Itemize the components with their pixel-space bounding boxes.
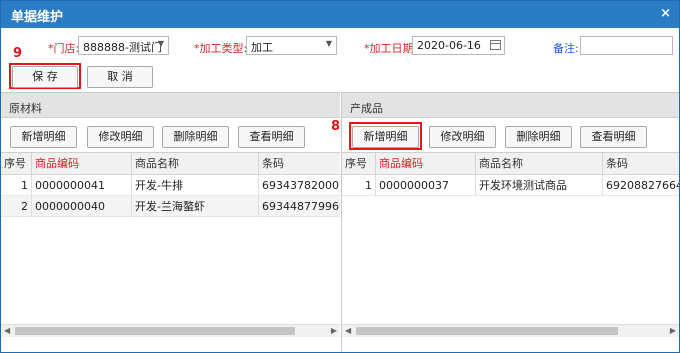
- row-seq: 1: [1, 175, 32, 196]
- column-header-code[interactable]: 商品编码: [32, 153, 132, 175]
- product-delete-detail-button[interactable]: 删除明细: [505, 126, 572, 148]
- step-marker-save: 9: [13, 46, 23, 61]
- row-code: 0000000041: [32, 175, 132, 196]
- product-edit-detail-button[interactable]: 修改明细: [429, 126, 496, 148]
- process-type-label: *加工类型:: [194, 42, 248, 55]
- row-barcode: 693448779966: [262, 200, 340, 213]
- title-bar: 单据维护 ×: [1, 1, 679, 28]
- process-date-input[interactable]: 2020-06-16: [412, 36, 505, 55]
- document-maintenance-dialog: 单据维护 × *门店: 888888-测试门 ▼ *加工类型: 加工 ▼ *加工…: [0, 0, 680, 353]
- row-barcode: 693437820007: [262, 179, 340, 192]
- column-header-code[interactable]: 商品编码: [376, 153, 476, 175]
- remark-label: 备注:: [553, 42, 579, 55]
- row-name: 开发-兰海螯虾: [132, 196, 259, 217]
- raw-materials-header: 原材料: [1, 93, 340, 118]
- save-button[interactable]: 保 存: [12, 66, 78, 88]
- product-view-detail-button[interactable]: 查看明细: [580, 126, 647, 148]
- raw-materials-panel: 原材料 新增明细 修改明细 删除明细 查看明细 序号 商品编码 商品名称 条码 …: [1, 92, 340, 352]
- column-header-name[interactable]: 商品名称: [476, 153, 603, 175]
- row-name: 开发环境测试商品: [476, 175, 603, 196]
- store-select[interactable]: 888888-测试门 ▼: [78, 36, 169, 55]
- row-name: 开发-牛排: [132, 175, 259, 196]
- products-table: 序号 商品编码 商品名称 条码 1 0000000037 开发环境测试商品 69…: [342, 152, 679, 338]
- raw-materials-title: 原材料: [9, 102, 42, 115]
- remark-input[interactable]: [580, 36, 673, 55]
- horizontal-scrollbar[interactable]: ◀ ▶: [1, 324, 340, 337]
- products-header: 产成品: [342, 93, 679, 118]
- scroll-left-icon[interactable]: ◀: [4, 326, 10, 335]
- store-label: *门店:: [48, 42, 80, 55]
- raw-materials-table: 序号 商品编码 商品名称 条码 1 0000000041 开发-牛排 69343…: [1, 152, 340, 338]
- products-panel: 产成品 8 新增明细 修改明细 删除明细 查看明细 序号 商品编码 商品名称 条…: [331, 92, 679, 352]
- horizontal-scrollbar[interactable]: ◀ ▶: [342, 324, 679, 337]
- scroll-right-icon[interactable]: ▶: [670, 326, 676, 335]
- scroll-left-icon[interactable]: ◀: [345, 326, 351, 335]
- row-seq: 1: [342, 175, 376, 196]
- process-date-label: *加工日期:: [364, 42, 418, 55]
- table-row[interactable]: 1 0000000037 开发环境测试商品 692088276644: [342, 175, 679, 196]
- cancel-button[interactable]: 取 消: [87, 66, 153, 88]
- process-type-value: 加工: [251, 41, 273, 54]
- column-header-seq[interactable]: 序号: [1, 153, 32, 175]
- raw-edit-detail-button[interactable]: 修改明细: [87, 126, 154, 148]
- row-code: 0000000040: [32, 196, 132, 217]
- raw-add-detail-button[interactable]: 新增明细: [10, 126, 77, 148]
- product-add-detail-button[interactable]: 新增明细: [352, 126, 419, 148]
- dialog-title: 单据维护: [11, 10, 64, 25]
- scrollbar-thumb[interactable]: [356, 327, 618, 335]
- raw-delete-detail-button[interactable]: 删除明细: [162, 126, 229, 148]
- column-header-barcode[interactable]: 条码: [603, 153, 679, 175]
- step-marker-add-product: 8: [331, 119, 341, 134]
- chevron-down-icon: ▼: [325, 39, 332, 48]
- table-row[interactable]: 2 0000000040 开发-兰海螯虾 693448779966: [1, 196, 340, 217]
- row-seq: 2: [1, 196, 32, 217]
- header-form: *门店: 888888-测试门 ▼ *加工类型: 加工 ▼ *加工日期: 202…: [1, 35, 679, 57]
- store-value: 888888-测试门: [83, 41, 162, 54]
- chevron-down-icon: ▼: [157, 39, 164, 48]
- process-type-select[interactable]: 加工 ▼: [246, 36, 337, 55]
- table-header: 序号 商品编码 商品名称 条码: [1, 153, 340, 175]
- column-header-barcode[interactable]: 条码: [259, 153, 340, 175]
- row-barcode: 692088276644: [606, 179, 679, 192]
- calendar-icon[interactable]: [490, 40, 501, 50]
- scrollbar-thumb[interactable]: [15, 327, 295, 335]
- column-header-seq[interactable]: 序号: [342, 153, 376, 175]
- row-code: 0000000037: [376, 175, 476, 196]
- scroll-right-icon[interactable]: ▶: [331, 326, 337, 335]
- close-icon[interactable]: ×: [660, 6, 671, 21]
- table-header: 序号 商品编码 商品名称 条码: [342, 153, 679, 175]
- products-title: 产成品: [350, 102, 383, 115]
- process-date-value: 2020-06-16: [417, 39, 481, 52]
- column-header-name[interactable]: 商品名称: [132, 153, 259, 175]
- table-row[interactable]: 1 0000000041 开发-牛排 693437820007: [1, 175, 340, 196]
- raw-view-detail-button[interactable]: 查看明细: [238, 126, 305, 148]
